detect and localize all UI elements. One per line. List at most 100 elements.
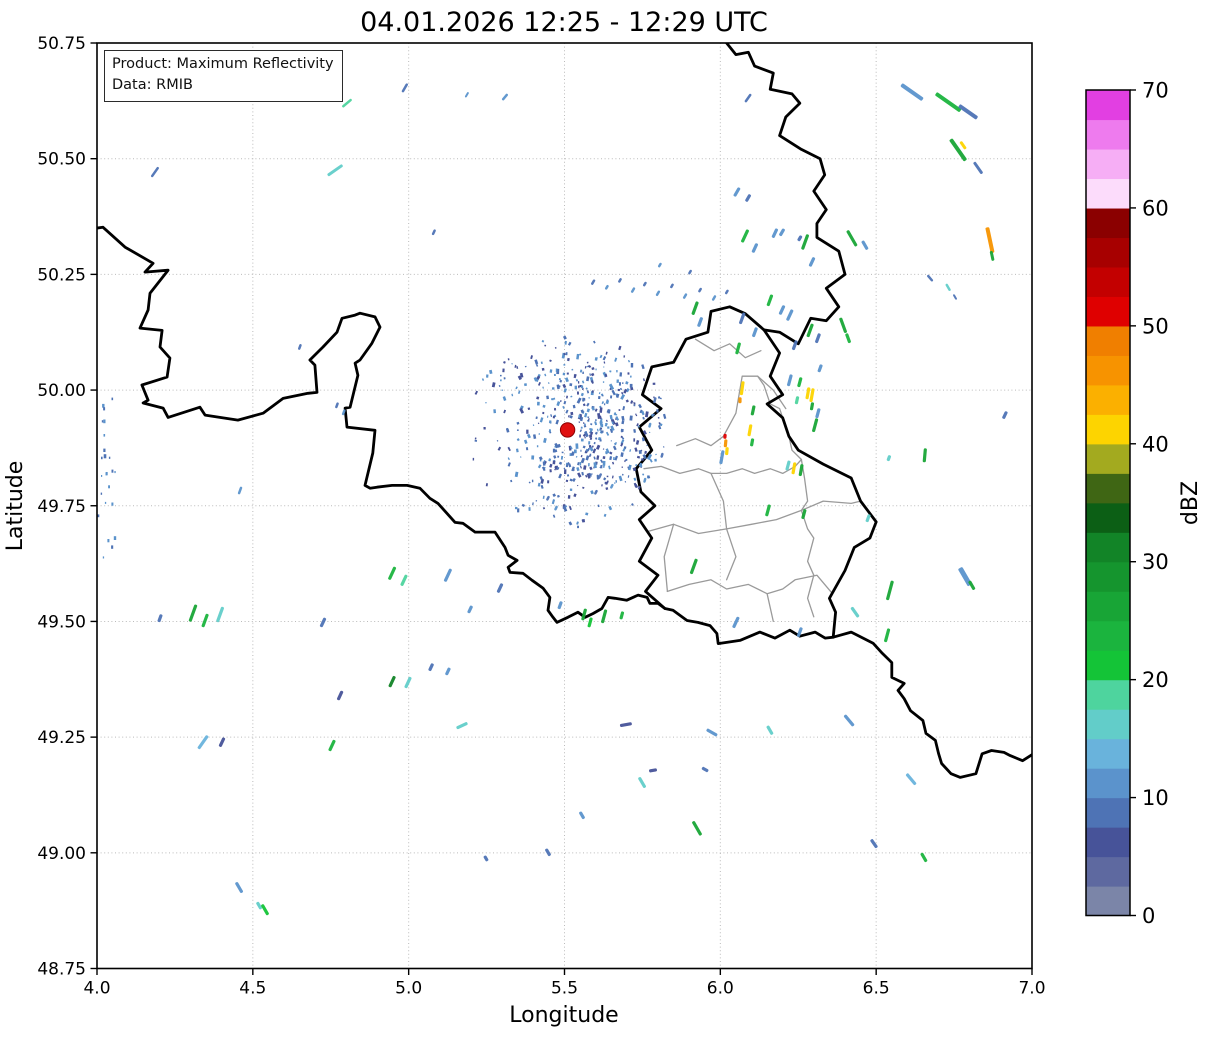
clutter-dot [593,441,596,445]
clutter-dot [584,412,588,418]
radar-site-marker [559,422,576,438]
clutter-dot [622,406,626,411]
clutter-dot [572,404,576,409]
clutter-dot [496,439,499,442]
clutter-dot [502,396,507,401]
clutter-dot [638,450,642,454]
clutter-dot [616,369,618,373]
echo-streak [808,257,816,267]
clutter-dot [535,416,538,420]
clutter-dot [580,426,583,429]
echo-streak [643,281,647,287]
clutter-dot [644,411,649,418]
clutter-dot [574,385,578,390]
clutter-dot [552,448,556,453]
clutter-dot [594,357,598,361]
clutter-dot [581,471,584,476]
echo-streak [787,374,793,387]
echo-streak [579,811,585,820]
colorbar-tick-label: 20 [1142,668,1169,692]
echo-streak [744,93,752,103]
echo-streak [741,229,749,243]
clutter-dot [579,434,581,438]
clutter-dot [605,351,608,355]
clutter-dot [577,472,582,478]
clutter-dot [511,393,514,397]
clutter-dot [582,445,586,449]
country-border-line [725,43,847,346]
echo-streak [188,604,198,622]
echo-streak [766,725,774,735]
echo-streak [400,574,408,586]
clutter-dot [594,408,598,412]
edge-speck [107,539,110,543]
clutter-dot [582,403,586,407]
clutter-dot [603,513,607,517]
clutter-dot [549,469,552,473]
clutter-dot [627,359,631,363]
clutter-dot [514,506,518,510]
edge-speck [100,492,103,495]
clutter-dot [567,495,571,499]
echo-streak [845,333,851,344]
echo-streak [443,568,452,582]
echo-streak [771,228,779,238]
clutter-dot [567,341,572,346]
edge-speck [101,420,104,423]
clutter-dot [544,373,547,377]
clutter-dot [581,519,586,523]
clutter-dot [537,482,541,487]
echo-streak [298,344,302,350]
clutter-dot [607,426,610,429]
clutter-dot [555,368,558,372]
clutter-dot [544,344,547,347]
annotation-product-line: Product: Maximum Reflectivity [112,56,334,72]
colorbar-tick-label: 10 [1142,786,1169,810]
echo-streak [886,455,892,462]
clutter-dot [627,372,630,375]
clutter-dot [630,400,634,404]
clutter-dot [563,469,567,475]
echo-streak [973,161,983,174]
colorbar-segment [1086,532,1130,563]
echo-streak [501,93,508,101]
clutter-dot [603,477,607,481]
echo-streak [216,606,224,623]
echo-streak [336,690,344,701]
edge-speck [102,556,105,559]
echo-streak [587,617,593,628]
clutter-dot [615,480,618,483]
clutter-dot [609,456,613,461]
clutter-dot [549,369,553,373]
echo-streak [817,364,823,373]
clutter-dot [573,493,577,498]
clutter-dot [590,372,595,377]
clutter-dot [516,421,520,425]
echo-streak [706,728,718,737]
colorbar-tick-label: 50 [1142,314,1169,338]
reflectivity-echoes [151,82,1008,916]
colorbar-segment [1086,797,1130,828]
echo-streak [619,611,625,620]
clutter-dot [629,449,632,452]
country-border-line [762,328,878,639]
clutter-dot [558,461,563,465]
clutter-dot [608,465,611,470]
clutter-dot [580,438,584,442]
clutter-dot [576,484,579,487]
echo-streak [546,495,550,501]
echo-streak [809,402,815,411]
clutter-dot [523,383,528,387]
echo-streak [812,418,819,433]
clutter-dot [507,358,510,361]
clutter-dot [552,415,556,419]
clutter-dot [569,415,573,419]
echo-streak [467,605,473,614]
colorbar-segment [1086,709,1130,740]
clutter-dot [517,508,520,513]
echo-streak [949,138,967,162]
clutter-dot [629,383,633,388]
clutter-dot [569,383,573,387]
clutter-dot [575,443,579,449]
echo-streak [750,438,755,447]
